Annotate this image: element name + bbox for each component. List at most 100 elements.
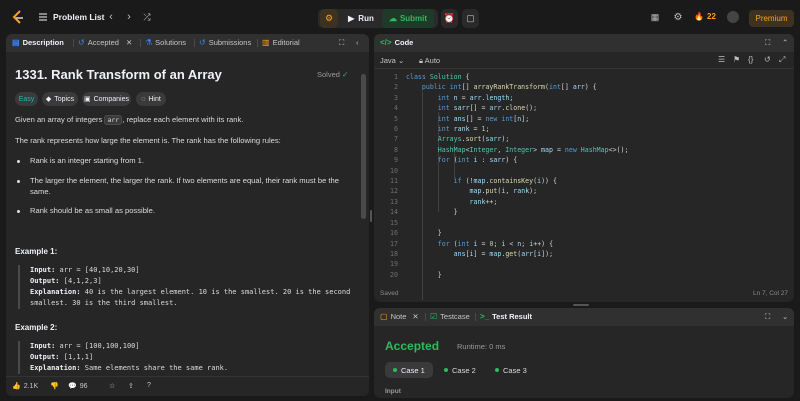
leetcode-logo[interactable] — [11, 10, 25, 24]
list-icon[interactable] — [38, 12, 48, 22]
run-button[interactable]: ▶ Run — [342, 9, 380, 28]
line-number: 10 — [390, 166, 398, 175]
top-bar: Problem List ‹ › ⤮ ⚙ ▶ Run ☁ Submit ⏰ ▢ … — [0, 0, 800, 34]
next-problem-icon[interactable]: › — [122, 10, 136, 24]
line-number: 13 — [390, 197, 398, 206]
note-icon[interactable]: ▢ — [462, 9, 479, 28]
alarm-clock-icon[interactable]: ⏰ — [441, 9, 458, 28]
tab-submissions[interactable]: ↺ Submissions — [199, 38, 251, 47]
line-number: 11 — [390, 177, 398, 186]
tab-divider — [194, 39, 195, 47]
topics-label: Topics — [54, 95, 75, 103]
expand-icon[interactable]: ⛶ — [765, 312, 770, 322]
braces-icon[interactable]: {} — [748, 55, 753, 64]
dislike-icon[interactable]: 👎 — [50, 382, 59, 390]
tab-result-label: Test Result — [492, 312, 532, 321]
example-title: Example 2: — [15, 323, 58, 332]
star-icon[interactable]: ☆ — [109, 382, 115, 390]
avatar[interactable] — [727, 11, 739, 23]
thumbs-up-icon: 👍 — [12, 383, 21, 390]
output-value: [4,1,2,3] — [59, 277, 102, 285]
close-tab-icon[interactable]: ✕ — [412, 312, 418, 321]
tab-test-result[interactable]: >_ Test Result — [480, 312, 532, 321]
case-tab-1[interactable]: Case 1 — [385, 362, 433, 378]
rule-item: Rank is an integer starting from 1. — [30, 156, 144, 165]
chevron-down-icon: ⌄ — [397, 56, 405, 65]
line-number: 5 — [394, 114, 398, 123]
line-number: 18 — [390, 249, 398, 258]
debug-icon[interactable]: ⚙ — [320, 9, 338, 28]
case-tab-3[interactable]: Case 3 — [487, 362, 535, 378]
tab-accepted[interactable]: ↺ Accepted ✕ — [78, 38, 132, 47]
tab-editorial[interactable]: ▥ Editorial — [262, 38, 300, 47]
help-icon[interactable]: ? — [147, 382, 151, 389]
pass-dot-icon — [495, 368, 499, 372]
streak-fire-icon[interactable]: 🔥 — [694, 12, 704, 21]
rule-item: Rank should be as small as possible. — [30, 206, 155, 215]
intro-text: Given an array of integers — [15, 115, 105, 124]
layout-icon[interactable]: ▦ — [648, 10, 662, 24]
shuffle-icon[interactable]: ⤮ — [140, 10, 154, 24]
reset-icon[interactable]: ↺ — [764, 55, 771, 64]
bullet — [17, 180, 20, 183]
difficulty-badge[interactable]: Easy — [15, 92, 38, 106]
tab-solutions-label: Solutions — [155, 38, 187, 47]
format-icon[interactable]: ☰ — [718, 55, 725, 64]
topics-button[interactable]: ◆ Topics — [42, 92, 78, 106]
auto-mode-toggle[interactable]: 🔒︎ Auto — [419, 56, 440, 66]
collapse-icon[interactable]: ‹ — [356, 38, 359, 47]
problem-title: 1331. Rank Transform of an Array — [15, 67, 222, 82]
case-label: Case 1 — [401, 365, 425, 375]
expand-icon[interactable]: ⛶ — [765, 38, 770, 48]
problem-list-link[interactable]: Problem List — [53, 12, 104, 22]
fullscreen-icon[interactable]: ⤢ — [779, 55, 785, 65]
tab-description[interactable]: ▤ Description — [12, 38, 64, 47]
line-number: 4 — [394, 104, 398, 113]
runtime: Runtime: 0 ms — [457, 342, 506, 351]
tab-solutions[interactable]: ⚗ Solutions — [145, 38, 186, 47]
tab-testcase[interactable]: ☑ Testcase — [430, 312, 470, 321]
document-icon: ▤ — [12, 38, 20, 47]
bookmark-icon[interactable]: ⚑ — [733, 55, 740, 64]
collapse-icon[interactable]: ⌃ — [782, 38, 788, 47]
line-number: 15 — [390, 218, 398, 227]
input-value: arr = [40,10,20,30] — [55, 266, 140, 274]
collapse-icon[interactable]: ⌄ — [782, 312, 788, 321]
language-select[interactable]: Java ⌄ — [380, 56, 404, 65]
close-tab-icon[interactable]: ✕ — [126, 38, 132, 47]
submit-button[interactable]: ☁ Submit — [382, 9, 434, 28]
result-tabs: ▢ Note ✕ ☑ Testcase >_ Test Result ⛶ ⌄ — [374, 308, 794, 326]
premium-button[interactable]: Premium — [749, 10, 794, 27]
run-label: Run — [358, 14, 374, 23]
vertical-resize-handle[interactable] — [370, 210, 372, 222]
tab-accepted-label: Accepted — [87, 38, 119, 47]
solved-label: Solved — [317, 70, 340, 79]
code-icon: </> — [380, 38, 392, 47]
code-editor[interactable]: class Solution { public int[] arrayRankT… — [406, 72, 628, 280]
line-number: 14 — [390, 208, 398, 217]
note-icon: ▢ — [380, 312, 388, 321]
prev-problem-icon[interactable]: ‹ — [104, 10, 118, 24]
explanation-label: Explanation: — [30, 364, 81, 372]
comments-button[interactable]: 💬 96 — [68, 382, 88, 391]
horizontal-resize-handle[interactable] — [573, 304, 589, 306]
hint-button[interactable]: ◌ Hint — [136, 92, 166, 106]
description-tabs: ▤ Description ↺ Accepted ✕ ⚗ Solutions ↺… — [6, 34, 369, 52]
tab-code[interactable]: </> Code — [380, 38, 413, 47]
share-icon[interactable]: ⇪ — [128, 382, 134, 390]
tab-code-label: Code — [394, 38, 414, 47]
tab-note[interactable]: ▢ Note ✕ — [380, 312, 419, 321]
editor-toolbar: Java ⌄ 🔒︎ Auto ☰ ⚑ {} ↺ ⤢ — [374, 52, 794, 69]
line-number: 1 — [394, 73, 398, 81]
case-tab-2[interactable]: Case 2 — [436, 362, 484, 378]
checkbox-icon: ☑ — [430, 312, 438, 321]
settings-gear-icon[interactable]: ⚙ — [671, 10, 685, 24]
output-label: Output: — [30, 277, 60, 285]
output-label: Output: — [30, 353, 60, 361]
like-button[interactable]: 👍 2.1K — [12, 382, 38, 391]
terminal-icon: >_ — [480, 312, 490, 321]
companies-button[interactable]: ▣ Companies — [82, 92, 131, 106]
scrollbar[interactable] — [361, 74, 366, 219]
expand-icon[interactable]: ⛶ — [339, 38, 344, 48]
cursor-position: Ln 7, Col 27 — [752, 290, 788, 297]
